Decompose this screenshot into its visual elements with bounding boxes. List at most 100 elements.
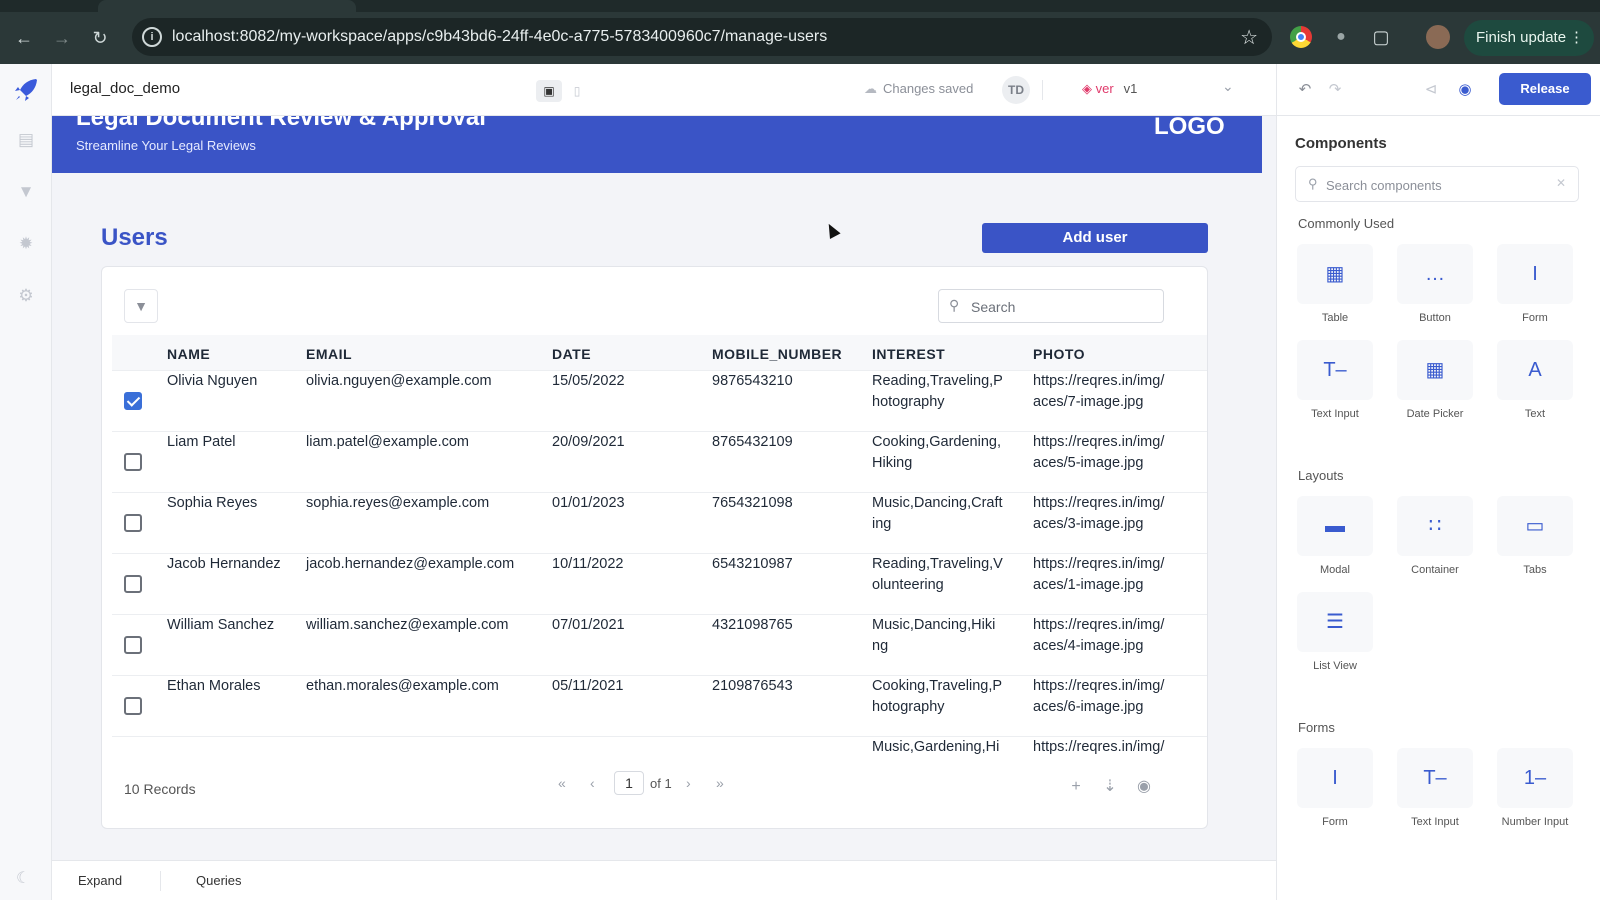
cell-date[interactable]: 07/01/2021 [552,615,702,636]
redo-icon[interactable]: ↷ [1325,80,1345,100]
dark-mode-moon-icon[interactable]: ☾ [16,868,30,888]
cell-email[interactable]: sophia.reyes@example.com [306,493,546,514]
cell-name[interactable]: Olivia Nguyen [167,371,297,392]
cell-email[interactable]: ethan.morales@example.com [306,676,546,697]
finish-update-button[interactable]: Finish update ⋮ [1464,20,1594,56]
more-vert-icon[interactable]: ⋮ [1569,20,1584,56]
mobile-icon[interactable]: ▯ [566,80,588,102]
component-text-input[interactable]: T– Text Input [1395,748,1475,838]
cell-email[interactable]: jacob.hernandez@example.com [306,554,546,575]
chrome-extension-icon[interactable] [1290,26,1312,48]
cell-name[interactable]: Jacob Hernandez [167,554,297,575]
last-page-icon[interactable]: » [716,775,724,791]
component-modal[interactable]: ▬ Modal [1295,496,1375,586]
table-row[interactable]: Jacob Hernandez jacob.hernandez@example.c… [112,554,1207,615]
table-row[interactable]: William Sanchez william.sanchez@example.c… [112,615,1207,676]
component-tabs[interactable]: ▭ Tabs [1495,496,1575,586]
desktop-icon[interactable]: ▣ [536,80,562,102]
version-selector[interactable]: ◈ ver v1 [1082,81,1137,97]
cell-mobile[interactable]: 2109876543 [712,676,862,697]
reload-icon[interactable]: ↻ [88,26,112,50]
component-form[interactable]: I Form [1295,748,1375,838]
download-icon[interactable]: ⇣ [1100,777,1120,797]
cell-interest[interactable]: Music,Dancing,Craft ing [872,493,1012,535]
component-form[interactable]: I Form [1495,244,1575,334]
cell-interest[interactable]: Cooking,Gardening, Hiking [872,432,1012,474]
share-icon[interactable]: ⊲ [1421,80,1441,100]
cell-email[interactable]: william.sanchez@example.com [306,615,546,636]
column-header[interactable]: INTEREST [872,346,945,362]
app-name[interactable]: legal_doc_demo [70,80,180,97]
page-number-input[interactable]: 1 [614,771,644,795]
row-checkbox[interactable] [124,697,142,715]
cell-photo[interactable]: https://reqres.in/img/ aces/5-image.jpg [1033,432,1183,474]
cell-name[interactable]: Ethan Morales [167,676,297,697]
cell-interest[interactable]: Reading,Traveling,V olunteering [872,554,1012,596]
release-button[interactable]: Release [1499,73,1591,105]
cell-photo[interactable]: https://reqres.in/img/ aces/1-image.jpg [1033,554,1183,596]
component-search[interactable]: ⚲ ✕ [1295,166,1579,202]
preview-eye-icon[interactable]: ◉ [1455,80,1475,100]
next-page-icon[interactable]: › [686,775,691,791]
cell-photo[interactable]: https://reqres.in/img/ aces/7-image.jpg [1033,371,1183,413]
extension-icon[interactable]: ● [1330,26,1352,48]
cell-name[interactable]: William Sanchez [167,615,297,636]
column-settings-icon[interactable]: ◉ [1134,777,1154,797]
cell-email[interactable]: liam.patel@example.com [306,432,546,453]
filter-icon[interactable]: ▼ [124,289,158,323]
component-text[interactable]: A Text [1495,340,1575,430]
component-date-picker[interactable]: ▦ Date Picker [1395,340,1475,430]
forward-icon[interactable]: → [50,26,74,50]
expand-button[interactable]: Expand [78,873,122,888]
cell-date[interactable]: 01/01/2023 [552,493,702,514]
queries-tab[interactable]: Queries [196,873,242,888]
address-bar[interactable]: i localhost:8082/my-workspace/apps/c9b43… [132,18,1272,56]
url-text[interactable]: localhost:8082/my-workspace/apps/c9b43bd… [172,28,827,46]
table-search-input[interactable] [971,296,1151,318]
column-header[interactable]: DATE [552,346,591,362]
cell-interest[interactable]: Reading,Traveling,P hotography [872,371,1012,413]
debugger-bug-icon[interactable]: ✹ [16,234,36,254]
chevron-down-icon[interactable]: ⌄ [1222,78,1234,95]
user-avatar[interactable]: TD [1002,76,1030,104]
table-row[interactable]: Olivia Nguyen olivia.nguyen@example.com 15… [112,371,1207,432]
settings-gear-icon[interactable]: ⚙ [16,286,36,306]
first-page-icon[interactable]: « [558,775,566,791]
table-row[interactable]: Ethan Morales ethan.morales@example.com 05… [112,676,1207,737]
cell-date[interactable]: 10/11/2022 [552,554,702,575]
cell-email[interactable]: olivia.nguyen@example.com [306,371,546,392]
cell-mobile[interactable]: 6543210987 [712,554,862,575]
row-checkbox[interactable] [124,453,142,471]
cell-mobile[interactable]: 7654321098 [712,493,862,514]
table-row[interactable]: Music,Gardening,Hi https://reqres.in/img/ [112,737,1207,755]
inspector-icon[interactable]: ▼ [16,182,36,202]
cell-interest[interactable]: Cooking,Traveling,P hotography [872,676,1012,718]
cell-mobile[interactable]: 9876543210 [712,371,862,392]
cell-name[interactable]: Sophia Reyes [167,493,297,514]
row-checkbox[interactable] [124,514,142,532]
cell-photo[interactable]: https://reqres.in/img/ aces/6-image.jpg [1033,676,1183,718]
column-header[interactable]: PHOTO [1033,346,1085,362]
cell-date[interactable]: 20/09/2021 [552,432,702,453]
browser-profile-avatar[interactable] [1426,25,1450,49]
component-list-view[interactable]: ☰ List View [1295,592,1375,682]
column-header[interactable]: MOBILE_NUMBER [712,346,842,362]
cell-interest[interactable]: Music,Dancing,Hiki ng [872,615,1012,657]
table-row[interactable]: Sophia Reyes sophia.reyes@example.com 01/0… [112,493,1207,554]
cell-name[interactable]: Liam Patel [167,432,297,453]
component-button[interactable]: … Button [1395,244,1475,334]
row-checkbox[interactable] [124,575,142,593]
back-icon[interactable]: ← [12,26,36,50]
cell-photo[interactable]: https://reqres.in/img/ [1033,737,1183,755]
add-user-button[interactable]: Add user [982,223,1208,253]
add-row-icon[interactable]: + [1066,777,1086,797]
table-row[interactable]: Liam Patel liam.patel@example.com 20/09/20… [112,432,1207,493]
bookmark-star-icon[interactable]: ☆ [1240,25,1258,50]
row-checkbox[interactable] [124,392,142,410]
prev-page-icon[interactable]: ‹ [590,775,595,791]
row-checkbox[interactable] [124,636,142,654]
cell-date[interactable]: 15/05/2022 [552,371,702,392]
rocket-logo-icon[interactable] [12,76,40,104]
table-search[interactable]: ⚲ [938,289,1164,323]
column-header[interactable]: EMAIL [306,346,352,362]
